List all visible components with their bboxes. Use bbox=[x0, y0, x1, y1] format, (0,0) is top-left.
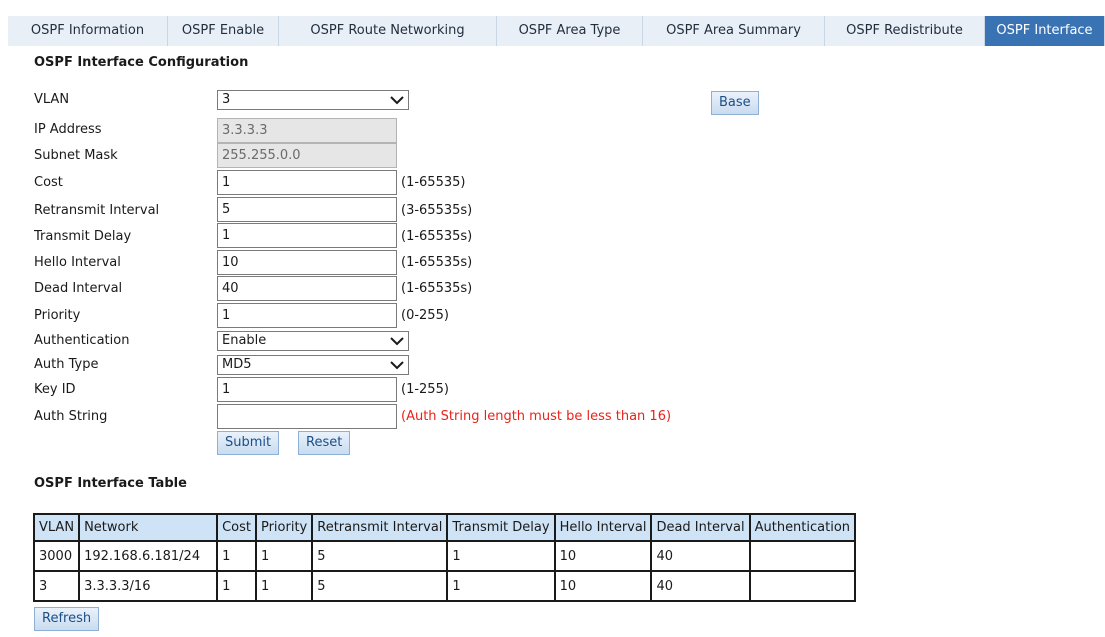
cell-retransmit-interval: 5 bbox=[311, 570, 449, 602]
retransmit-interval-field[interactable]: 5 bbox=[217, 197, 397, 222]
chevron-down-icon bbox=[390, 96, 404, 105]
key-id-hint: (1-255) bbox=[401, 382, 449, 397]
authentication-value: Enable bbox=[222, 333, 267, 348]
tab-ospf-redistribute[interactable]: OSPF Redistribute bbox=[825, 16, 985, 46]
dead-interval-field[interactable]: 40 bbox=[217, 276, 397, 301]
priority-hint: (0-255) bbox=[401, 308, 449, 323]
dead-interval-hint: (1-65535s) bbox=[401, 281, 473, 296]
col-priority: Priority bbox=[254, 513, 314, 542]
cell-hello-interval: 10 bbox=[553, 540, 653, 572]
table-row: 3 3.3.3.3/16 1 1 5 1 10 40 bbox=[32, 570, 857, 602]
auth-type-value: MD5 bbox=[222, 357, 252, 372]
col-dead-interval: Dead Interval bbox=[650, 513, 751, 542]
cell-vlan: 3000 bbox=[32, 540, 81, 572]
tab-ospf-area-summary[interactable]: OSPF Area Summary bbox=[643, 16, 825, 46]
col-network: Network bbox=[78, 513, 219, 542]
transmit-delay-label: Transmit Delay bbox=[34, 229, 132, 244]
col-transmit-delay: Transmit Delay bbox=[446, 513, 556, 542]
vlan-value: 3 bbox=[222, 92, 231, 107]
cell-transmit-delay: 1 bbox=[446, 540, 556, 572]
tab-ospf-area-type[interactable]: OSPF Area Type bbox=[497, 16, 643, 46]
refresh-button[interactable]: Refresh bbox=[34, 607, 100, 631]
retransmit-interval-label: Retransmit Interval bbox=[34, 203, 160, 218]
subnet-mask-field: 255.255.0.0 bbox=[217, 143, 397, 168]
table-title: OSPF Interface Table bbox=[34, 476, 187, 491]
col-retransmit-interval: Retransmit Interval bbox=[311, 513, 449, 542]
cell-network: 3.3.3.3/16 bbox=[78, 570, 219, 602]
reset-button[interactable]: Reset bbox=[298, 431, 351, 455]
ip-address-field: 3.3.3.3 bbox=[217, 118, 397, 143]
transmit-delay-hint: (1-65535s) bbox=[401, 229, 473, 244]
ip-address-label: IP Address bbox=[34, 122, 102, 137]
retransmit-interval-hint: (3-65535s) bbox=[401, 203, 473, 218]
hello-interval-label: Hello Interval bbox=[34, 255, 121, 270]
table-header-row: VLAN Network Cost Priority Retransmit In… bbox=[32, 513, 857, 542]
cell-authentication bbox=[748, 540, 857, 572]
chevron-down-icon bbox=[390, 337, 404, 346]
tab-ospf-enable[interactable]: OSPF Enable bbox=[168, 16, 279, 46]
auth-type-select[interactable]: MD5 bbox=[217, 355, 409, 375]
authentication-select[interactable]: Enable bbox=[217, 331, 409, 351]
priority-field[interactable]: 1 bbox=[217, 303, 397, 328]
table-row: 3000 192.168.6.181/24 1 1 5 1 10 40 bbox=[32, 540, 857, 572]
ospf-interface-table: VLAN Network Cost Priority Retransmit In… bbox=[32, 513, 857, 602]
cell-authentication bbox=[748, 570, 857, 602]
auth-string-field[interactable] bbox=[217, 404, 397, 429]
col-authentication: Authentication bbox=[748, 513, 857, 542]
key-id-field[interactable]: 1 bbox=[217, 377, 397, 402]
cell-vlan: 3 bbox=[32, 570, 81, 602]
tab-ospf-route-networking[interactable]: OSPF Route Networking bbox=[279, 16, 497, 46]
tab-ospf-interface[interactable]: OSPF Interface bbox=[985, 16, 1105, 46]
cell-hello-interval: 10 bbox=[553, 570, 653, 602]
col-hello-interval: Hello Interval bbox=[553, 513, 653, 542]
base-button[interactable]: Base bbox=[711, 91, 759, 115]
cost-field[interactable]: 1 bbox=[217, 170, 397, 195]
hello-interval-field[interactable]: 10 bbox=[217, 250, 397, 275]
config-title: OSPF Interface Configuration bbox=[34, 55, 249, 70]
col-vlan: VLAN bbox=[32, 513, 81, 542]
cell-dead-interval: 40 bbox=[650, 540, 751, 572]
vlan-label: VLAN bbox=[34, 92, 70, 107]
submit-button[interactable]: Submit bbox=[217, 431, 280, 455]
subnet-mask-label: Subnet Mask bbox=[34, 148, 118, 163]
auth-string-hint: (Auth String length must be less than 16… bbox=[401, 409, 672, 424]
cell-transmit-delay: 1 bbox=[446, 570, 556, 602]
auth-string-label: Auth String bbox=[34, 409, 108, 424]
tab-bar: OSPF Information OSPF Enable OSPF Route … bbox=[8, 16, 1105, 46]
cell-retransmit-interval: 5 bbox=[311, 540, 449, 572]
chevron-down-icon bbox=[390, 361, 404, 370]
cell-priority: 1 bbox=[254, 540, 314, 572]
cell-network: 192.168.6.181/24 bbox=[78, 540, 219, 572]
key-id-label: Key ID bbox=[34, 382, 76, 397]
cost-hint: (1-65535) bbox=[401, 175, 466, 190]
priority-label: Priority bbox=[34, 308, 81, 323]
col-cost: Cost bbox=[216, 513, 257, 542]
cell-cost: 1 bbox=[216, 570, 257, 602]
cell-dead-interval: 40 bbox=[650, 570, 751, 602]
hello-interval-hint: (1-65535s) bbox=[401, 255, 473, 270]
cell-priority: 1 bbox=[254, 570, 314, 602]
authentication-label: Authentication bbox=[34, 333, 130, 348]
tab-ospf-information[interactable]: OSPF Information bbox=[8, 16, 168, 46]
transmit-delay-field[interactable]: 1 bbox=[217, 223, 397, 248]
vlan-select[interactable]: 3 bbox=[217, 90, 409, 110]
cost-label: Cost bbox=[34, 175, 63, 190]
dead-interval-label: Dead Interval bbox=[34, 281, 123, 296]
auth-type-label: Auth Type bbox=[34, 357, 99, 372]
cell-cost: 1 bbox=[216, 540, 257, 572]
